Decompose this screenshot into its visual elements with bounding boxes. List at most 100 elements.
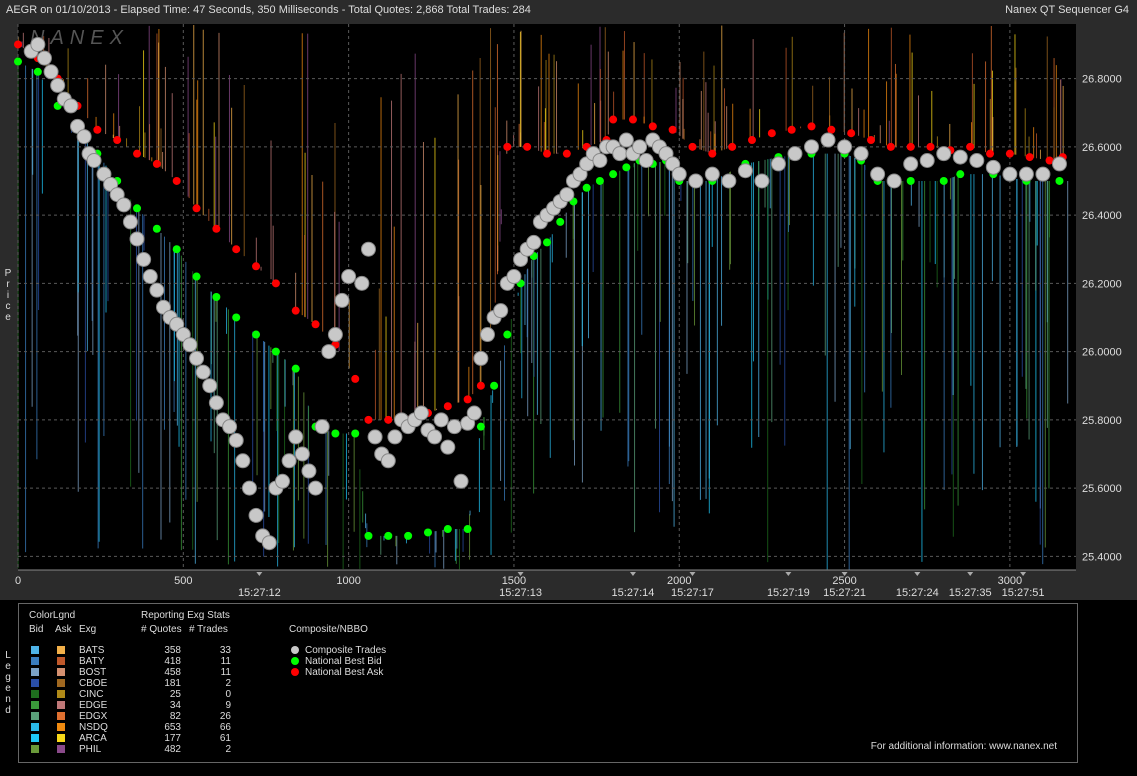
best-bid-point — [503, 330, 512, 339]
bid-swatch — [31, 723, 39, 731]
best-ask-point — [93, 125, 102, 134]
bid-swatch — [31, 657, 39, 665]
trade-point — [952, 149, 968, 165]
best-bid-point — [232, 313, 241, 322]
exchange-row: EDGX 82 26 — [19, 711, 259, 722]
trade-point — [559, 187, 575, 203]
trade-point — [526, 234, 542, 250]
trade-point — [804, 139, 819, 155]
time-marker — [629, 572, 636, 576]
best-bid-point — [404, 531, 413, 540]
col-exg: Exg — [79, 624, 97, 635]
ask-swatch — [57, 745, 65, 753]
trade-point — [367, 429, 383, 445]
trade-point — [1002, 166, 1018, 182]
best-ask-point — [787, 125, 796, 134]
trade-point — [36, 50, 52, 66]
trade-count: 61 — [219, 733, 231, 744]
best-bid-point — [906, 176, 915, 185]
chart-title: AEGR on 01/10/2013 - Elapsed Time: 47 Se… — [6, 4, 531, 16]
quote-count: 358 — [164, 645, 181, 656]
best-bid-point — [476, 422, 485, 431]
best-bid-point — [271, 347, 280, 356]
best-ask-point — [271, 279, 280, 288]
bid-swatch — [31, 646, 39, 654]
trade-point — [506, 269, 522, 285]
y-tick-label: 26.0000 — [1082, 347, 1122, 359]
trade-point — [592, 153, 608, 168]
ask-swatch — [57, 679, 65, 687]
y-tick-label: 25.4000 — [1082, 551, 1122, 563]
exchange-row: EDGE 34 9 — [19, 700, 259, 711]
price-chart[interactable]: NANEX 25.400025.600025.800026.000026.200… — [0, 20, 1137, 600]
best-bid-point — [595, 176, 604, 185]
bid-swatch — [31, 745, 39, 753]
best-ask-point — [212, 224, 221, 233]
title-bar: AEGR on 01/10/2013 - Elapsed Time: 47 Se… — [0, 0, 1137, 21]
trade-point — [612, 146, 628, 162]
ask-swatch — [57, 734, 65, 742]
exchange-name: PHIL — [79, 744, 102, 755]
trade-point — [618, 132, 634, 148]
composite-title: Composite/NBBO — [289, 624, 368, 635]
best-bid-point — [1055, 176, 1064, 185]
exchange-name: BATY — [79, 656, 105, 667]
bid-swatch — [31, 701, 39, 709]
exchange-name: EDGE — [79, 700, 108, 711]
best-bid-point — [939, 176, 948, 185]
ask-swatch — [57, 690, 65, 698]
trade-point — [314, 419, 330, 435]
trade-point — [228, 432, 244, 448]
trade-point — [354, 275, 370, 291]
best-bid-point — [956, 170, 965, 179]
trade-point — [440, 439, 456, 455]
trade-point — [1035, 166, 1051, 182]
trade-point — [886, 173, 902, 189]
y-tick-label: 25.8000 — [1082, 415, 1122, 427]
trade-point — [341, 269, 357, 285]
best-ask-point — [384, 415, 393, 424]
best-ask-point — [311, 320, 320, 329]
time-label: 15:27:17 — [671, 587, 714, 599]
best-bid-point — [252, 330, 261, 339]
legend-side-label: L e g e n d — [5, 650, 11, 716]
best-ask-point — [847, 129, 856, 138]
y-tick-label: 26.6000 — [1082, 142, 1122, 154]
best-bid-point — [212, 293, 221, 301]
trade-point — [632, 139, 648, 155]
trade-point — [76, 129, 92, 145]
best-ask-point — [133, 149, 142, 158]
trade-point — [360, 241, 376, 257]
exchange-row: BATY 418 11 — [19, 656, 259, 667]
trade-point — [737, 163, 753, 179]
best-bid-point — [152, 224, 161, 233]
bid-swatch — [31, 734, 39, 742]
quote-count: 653 — [164, 722, 181, 733]
ask-swatch — [57, 657, 65, 665]
best-bid-point — [463, 525, 472, 534]
y-tick-label: 25.6000 — [1082, 483, 1122, 495]
bid-swatch — [31, 690, 39, 698]
time-label: 15:27:24 — [896, 587, 939, 599]
footer-link[interactable]: For additional information: www.nanex.ne… — [871, 741, 1057, 752]
exchange-row: BATS 358 33 — [19, 645, 259, 656]
quote-count: 418 — [164, 656, 181, 667]
exchange-name: BOST — [79, 667, 107, 678]
price-axis-label: P r i c e — [4, 268, 12, 323]
trade-point — [770, 156, 786, 172]
ask-swatch — [57, 646, 65, 654]
best-ask-point — [906, 142, 915, 151]
trade-point — [116, 197, 132, 213]
x-tick-label: 2000 — [667, 575, 691, 587]
trade-point — [413, 405, 429, 421]
exchange-row: CINC 25 0 — [19, 689, 259, 700]
time-marker — [967, 572, 974, 576]
y-tick-label: 26.2000 — [1082, 278, 1122, 290]
trade-count: 2 — [225, 744, 231, 755]
best-ask-point — [351, 374, 360, 383]
best-ask-point — [886, 142, 895, 151]
trade-point — [63, 98, 79, 114]
trade-point — [473, 350, 489, 366]
trade-point — [208, 395, 224, 411]
trade-count: 11 — [220, 667, 231, 678]
